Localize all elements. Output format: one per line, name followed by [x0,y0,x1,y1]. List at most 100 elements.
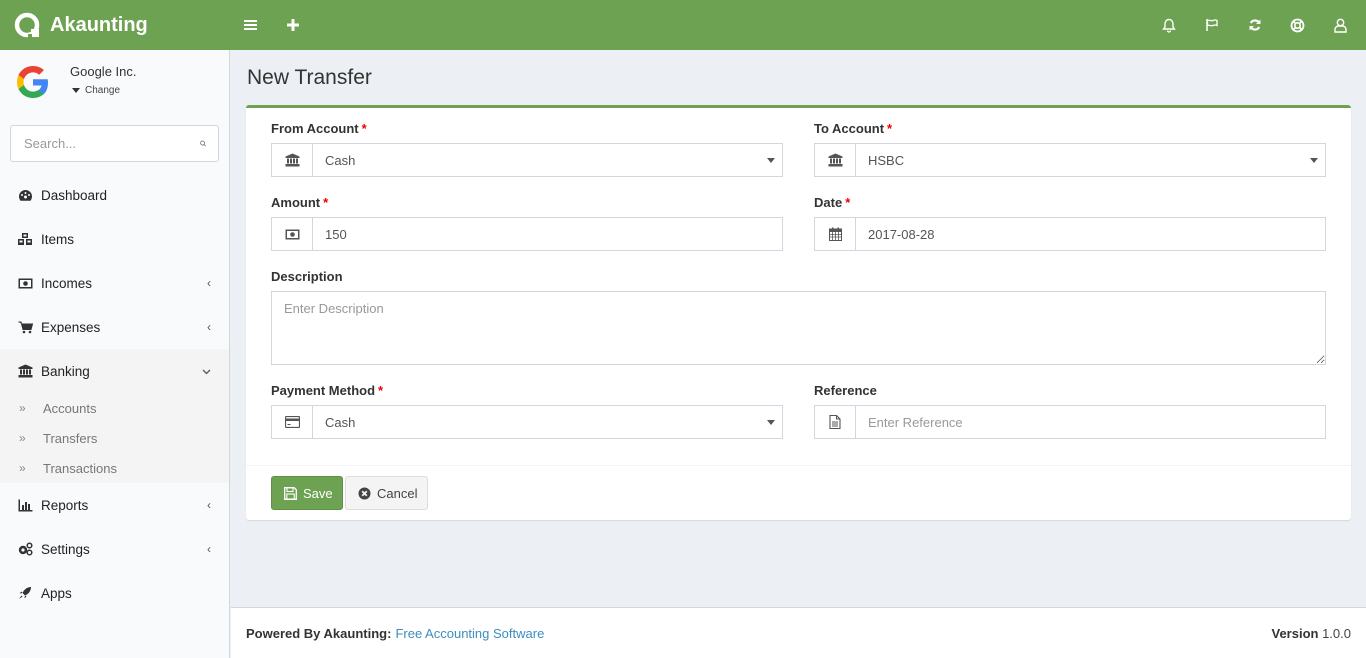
sidebar-item-items[interactable]: Items [0,217,229,261]
plus-icon [287,19,299,31]
search-icon[interactable] [200,137,206,150]
times-circle-icon [358,487,371,500]
to-account-select[interactable]: HSBC [814,143,1326,177]
description-textarea[interactable] [271,291,1326,365]
bar-chart-icon [17,497,33,513]
sidebar-item-label: Incomes [41,275,93,291]
date-input[interactable] [856,218,1325,250]
sidebar-subitem-transfers[interactable]: » Transfers [0,423,229,453]
calendar-icon [815,218,856,250]
dashboard-icon [17,187,33,203]
company-name: Google Inc. [70,64,137,79]
description-field: Description [271,269,1326,365]
save-icon [284,486,297,500]
date-label: Date * [814,195,851,210]
sidebar-item-settings[interactable]: Settings ‹ [0,527,229,571]
to-account-label: To Account * [814,121,893,136]
search-input[interactable] [24,136,200,151]
company-panel: Google Inc. Change [0,50,229,114]
sidebar-item-label: Reports [41,497,89,513]
sidebar-item-reports[interactable]: Reports ‹ [0,483,229,527]
chevron-left-icon: ‹ [207,320,211,334]
sidebar-subitem-label: Accounts [43,400,97,416]
cancel-button[interactable]: Cancel [345,476,428,510]
chevron-left-icon: ‹ [207,498,211,512]
sidebar-item-label: Items [41,231,75,247]
sidebar-subitem-transactions[interactable]: » Transactions [0,453,229,483]
from-account-value: Cash [325,152,356,168]
payment-method-label: Payment Method * [271,383,384,398]
payment-method-value: Cash [325,414,356,430]
payment-method-field: Payment Method * Cash [271,383,783,439]
form-footer: Save Cancel [246,465,1351,520]
cancel-label: Cancel [377,485,418,501]
change-label: Change [85,85,121,96]
refresh-icon [1248,19,1261,31]
sidebar: Google Inc. Change Dashboard Items Incom… [0,50,230,658]
flag-button[interactable] [1190,0,1233,50]
sidebar-item-incomes[interactable]: Incomes ‹ [0,261,229,305]
sidebar-item-label: Banking [41,363,90,379]
sidebar-menu: Dashboard Items Incomes ‹ Expenses ‹ Ban… [0,173,229,615]
dropdown-arrow-icon [767,406,782,438]
file-text-icon [815,406,856,438]
double-angle-right-icon: » [19,461,26,475]
bank-icon [272,144,313,176]
help-button[interactable] [1276,0,1319,50]
powered-by-text: Powered By Akaunting: [246,625,392,641]
money-icon [17,275,33,291]
cubes-icon [17,231,33,247]
reference-field: Reference [814,383,1326,439]
save-button[interactable]: Save [271,476,343,510]
refresh-button[interactable] [1233,0,1276,50]
payment-method-select[interactable]: Cash [271,405,783,439]
save-label: Save [303,485,333,501]
version-number: 1.0.0 [1322,625,1351,641]
company-logo [17,66,48,98]
reference-input[interactable] [856,406,1325,438]
sidebar-item-expenses[interactable]: Expenses ‹ [0,305,229,349]
notifications-button[interactable] [1147,0,1190,50]
caret-down-icon [72,88,80,93]
from-account-select[interactable]: Cash [271,143,783,177]
chevron-left-icon: ‹ [207,542,211,556]
banking-menu-group: Banking » Accounts » Transfers » Transac… [0,349,229,483]
sidebar-item-label: Apps [41,585,72,601]
app-logo[interactable]: Akaunting [0,0,230,50]
amount-label: Amount * [271,195,329,210]
from-account-field: From Account * Cash [271,121,783,177]
reference-input-group [814,405,1326,439]
change-company-link[interactable]: Change [70,85,137,96]
sidebar-item-apps[interactable]: Apps [0,571,229,615]
user-menu-button[interactable] [1319,0,1362,50]
page-footer: Powered By Akaunting: Free Accounting So… [231,607,1366,658]
double-angle-right-icon: » [19,401,26,415]
double-angle-right-icon: » [19,431,26,445]
bank-icon [17,363,33,379]
sidebar-subitem-label: Transfers [43,430,98,446]
dropdown-arrow-icon [767,144,782,176]
sidebar-toggle-button[interactable] [230,0,272,50]
rocket-icon [17,585,33,601]
version-info: Version 1.0.0 [1271,626,1351,641]
date-input-group [814,217,1326,251]
sidebar-item-label: Expenses [41,319,101,335]
quick-add-button[interactable] [272,0,314,50]
sidebar-item-banking[interactable]: Banking [0,349,229,393]
dropdown-arrow-icon [1310,144,1325,176]
bank-icon [815,144,856,176]
sidebar-subitem-accounts[interactable]: » Accounts [0,393,229,423]
menu-icon [244,20,257,30]
description-label: Description [271,269,343,284]
akaunting-logo-icon [14,12,40,38]
amount-input-group [271,217,783,251]
sidebar-item-dashboard[interactable]: Dashboard [0,173,229,217]
date-field: Date * [814,195,1326,251]
transfer-form-box: From Account * Cash To Account * HSBC Amou… [246,105,1351,520]
reference-label: Reference [814,383,877,398]
amount-input[interactable] [313,218,782,250]
sidebar-item-label: Dashboard [41,187,108,203]
sidebar-search [10,125,219,162]
life-ring-icon [1290,18,1305,32]
akaunting-link[interactable]: Free Accounting Software [395,626,544,641]
